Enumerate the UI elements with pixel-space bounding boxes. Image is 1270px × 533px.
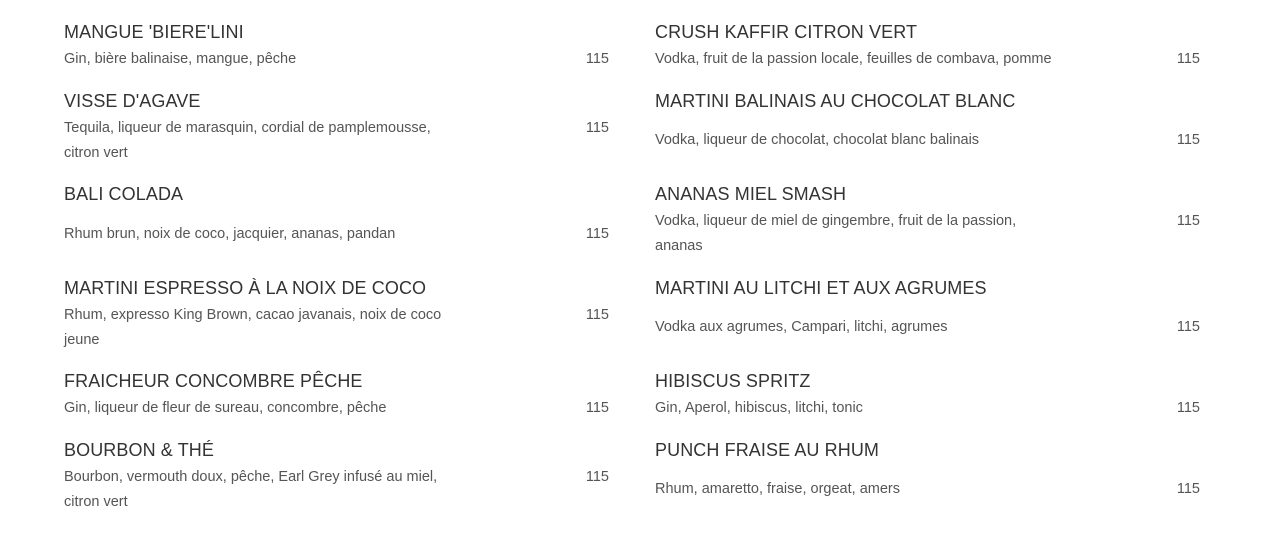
item-name: CRUSH KAFFIR CITRON VERT (655, 22, 918, 42)
item-price: 115 (1176, 481, 1200, 497)
item-price: 115 (585, 120, 609, 136)
item-price: 115 (1176, 400, 1200, 416)
item-name: MANGUE 'BIERE'LINI (64, 22, 244, 42)
item-name: FRAICHEUR CONCOMBRE PÊCHE (64, 371, 363, 391)
item-price: 115 (585, 469, 609, 485)
item-price: 115 (585, 226, 609, 242)
item-description: Vodka, fruit de la passion locale, feuil… (655, 51, 1052, 67)
item-price: 115 (1176, 132, 1200, 148)
item-description: Rhum, amaretto, fraise, orgeat, amers (655, 481, 900, 497)
item-price: 115 (1176, 319, 1200, 335)
item-name: HIBISCUS SPRITZ (655, 371, 811, 391)
item-price: 115 (585, 307, 609, 323)
item-name: BOURBON & THÉ (64, 440, 214, 460)
item-name: MARTINI BALINAIS AU CHOCOLAT BLANC (655, 91, 1016, 111)
item-description: Vodka, liqueur de miel de gingembre, fru… (655, 213, 1017, 254)
item-name: PUNCH FRAISE AU RHUM (655, 440, 880, 460)
item-description: Rhum brun, noix de coco, jacquier, anana… (64, 226, 396, 242)
item-price: 115 (585, 51, 609, 67)
item-name: ANANAS MIEL SMASH (655, 184, 847, 204)
item-name: MARTINI AU LITCHI ET AUX AGRUMES (655, 278, 987, 298)
item-description: Gin, liqueur de fleur de sureau, concomb… (64, 400, 387, 416)
item-price: 115 (585, 400, 609, 416)
item-description: Gin, Aperol, hibiscus, litchi, tonic (655, 400, 863, 416)
item-description: Rhum, expresso King Brown, cacao javanai… (64, 307, 442, 348)
item-description: Tequila, liqueur de marasquin, cordial d… (64, 120, 431, 161)
item-price: 115 (1176, 213, 1200, 229)
item-name: VISSE D'AGAVE (64, 91, 201, 111)
item-price: 115 (1176, 51, 1200, 67)
item-name: BALI COLADA (64, 184, 184, 204)
item-description: Vodka, liqueur de chocolat, chocolat bla… (655, 132, 980, 148)
item-description: Vodka aux agrumes, Campari, litchi, agru… (655, 319, 948, 335)
item-description: Gin, bière balinaise, mangue, pêche (64, 51, 297, 67)
item-description: Bourbon, vermouth doux, pêche, Earl Grey… (64, 469, 438, 510)
item-name: MARTINI ESPRESSO À LA NOIX DE COCO (64, 278, 427, 298)
